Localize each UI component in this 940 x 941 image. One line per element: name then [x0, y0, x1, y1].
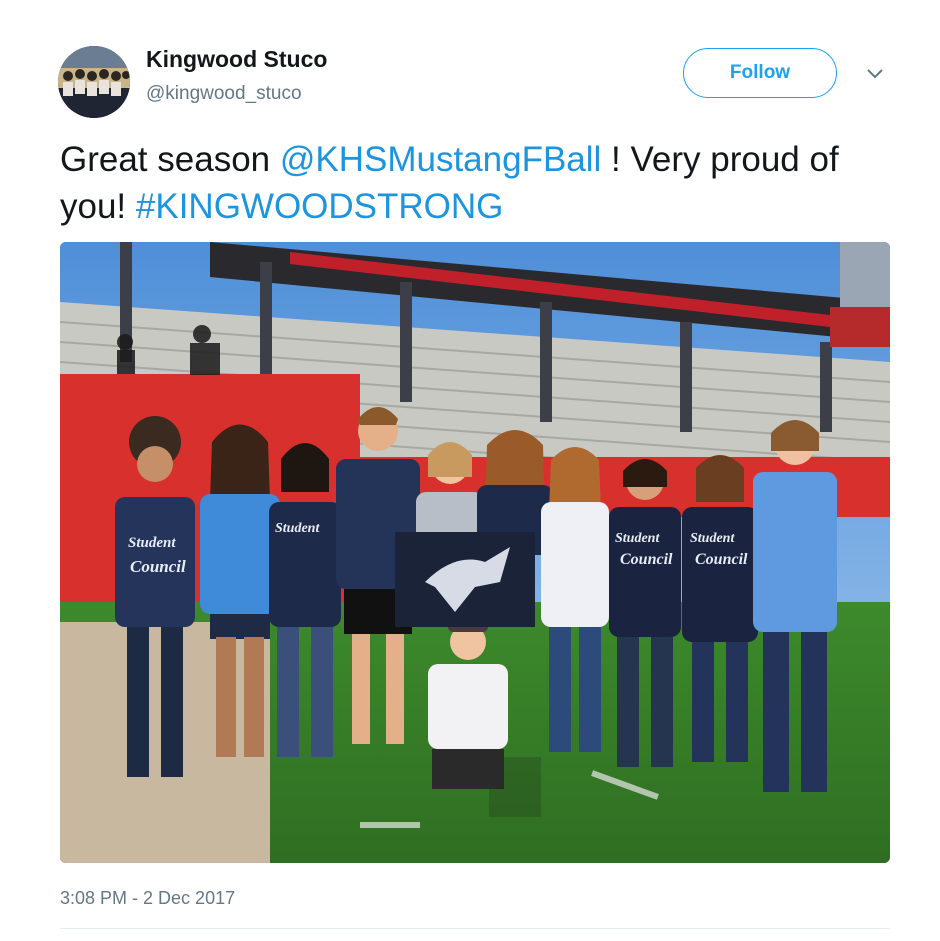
tweet-text-part: Great season: [60, 140, 280, 179]
photo-illustration: Student Council Student Student Council …: [60, 242, 890, 863]
shirt-text-student-2: Student: [275, 521, 320, 536]
shirt-text-council-3: Council: [695, 551, 748, 568]
tweet-photo[interactable]: Student Council Student Student Council …: [60, 242, 890, 863]
tweet-timestamp[interactable]: 3:08 PM - 2 Dec 2017: [60, 888, 235, 909]
divider: [60, 928, 890, 929]
shirt-text-student-3: Student: [615, 531, 660, 546]
mention-link[interactable]: @KHSMustangFBall: [280, 140, 601, 179]
display-name[interactable]: Kingwood Stuco: [146, 46, 327, 73]
shirt-text-student-4: Student: [690, 531, 735, 546]
shirt-text-council-2: Council: [620, 551, 673, 568]
shirt-text-council: Council: [130, 557, 186, 576]
user-handle[interactable]: @kingwood_stuco: [146, 83, 302, 105]
avatar[interactable]: [58, 46, 130, 118]
tweet-text: Great season @KHSMustangFBall ! Very pro…: [60, 136, 880, 230]
avatar-image: [58, 46, 130, 118]
follow-button[interactable]: Follow: [683, 48, 837, 98]
shirt-text-student: Student: [128, 535, 176, 551]
hashtag-link[interactable]: #KINGWOODSTRONG: [136, 187, 504, 226]
chevron-down-icon[interactable]: [864, 66, 886, 82]
